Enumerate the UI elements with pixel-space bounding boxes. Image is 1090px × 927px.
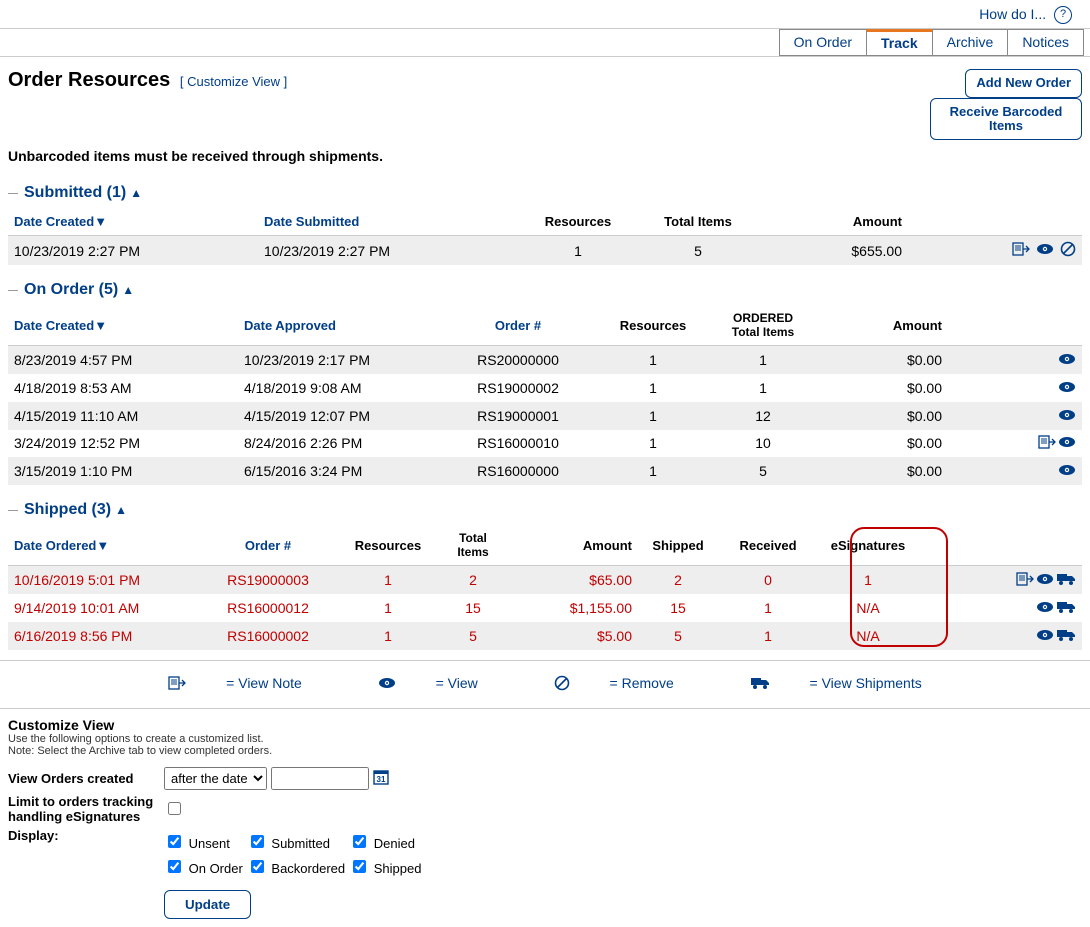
customize-title: Customize View [8,717,1082,733]
legend: = View Note = View = Remove = View Shipm… [0,660,1090,709]
table-row: 8/23/2019 4:57 PM10/23/2019 2:17 PMRS200… [8,346,1082,374]
truck-icon[interactable] [1056,600,1076,617]
table-row: 3/15/2019 1:10 PM6/15/2016 3:24 PMRS1600… [8,457,1082,485]
col-date-ordered[interactable]: Date Ordered▼ [8,525,198,566]
col-order-num[interactable]: Order # [198,525,338,566]
submitted-table: Date Created▼ Date Submitted Resources T… [8,208,1082,265]
shipped-table: Date Ordered▼ Order # Resources TotalIte… [8,525,1082,649]
help-icon: ? [1054,6,1072,24]
add-new-order-button[interactable]: Add New Order [965,69,1082,97]
calendar-icon[interactable]: 31 [373,769,389,788]
collapse-icon: ▲ [130,186,142,200]
col-date-created[interactable]: Date Created▼ [8,208,258,236]
customize-view-link[interactable]: [ Customize View ] [180,74,287,89]
remove-icon [554,675,570,694]
display-check-shipped[interactable] [353,860,366,873]
col-amount: Amount [508,525,638,566]
note-icon[interactable] [1016,572,1034,589]
help-link[interactable]: How do I... ? [0,0,1090,28]
table-row: 4/18/2019 8:53 AM4/18/2019 9:08 AMRS1900… [8,374,1082,402]
info-note: Unbarcoded items must be received throug… [0,140,1090,178]
display-check-on order[interactable] [168,860,181,873]
date-mode-select[interactable]: after the date [164,767,267,790]
col-total-items: Total Items [638,208,758,236]
table-row: 9/14/2019 10:01 AMRS16000012115$1,155.00… [8,594,1082,622]
tab-archive[interactable]: Archive [932,29,1009,56]
table-row: 10/23/2019 2:27 PM 10/23/2019 2:27 PM 1 … [8,236,1082,266]
col-amount: Amount [818,305,948,346]
display-check-unsent[interactable] [168,835,181,848]
onorder-table: Date Created▼ Date Approved Order # Reso… [8,305,1082,485]
col-received: Received [718,525,818,566]
col-resources: Resources [338,525,438,566]
collapse-icon: ▲ [115,503,127,517]
display-check-submitted[interactable] [251,835,264,848]
limit-esig-label: Limit to orders tracking handling eSigna… [8,794,164,824]
table-row: 3/24/2019 12:52 PM8/24/2016 2:26 PMRS160… [8,430,1082,458]
update-button[interactable]: Update [164,890,251,919]
view-icon[interactable] [1058,435,1076,452]
view-icon[interactable] [1058,380,1076,397]
section-submitted-header[interactable]: Submitted (1)▲ [0,178,1090,208]
col-esignatures: eSignatures [818,525,918,566]
col-shipped: Shipped [638,525,718,566]
limit-esig-checkbox[interactable] [168,802,181,815]
page-title: Order Resources [ Customize View ] [8,69,287,92]
orders-created-label: View Orders created [8,771,164,786]
view-icon[interactable] [1036,572,1054,589]
col-date-submitted[interactable]: Date Submitted [258,208,518,236]
collapse-icon: ▲ [122,283,134,297]
col-date-created[interactable]: Date Created▼ [8,305,238,346]
note-icon[interactable] [1012,242,1030,259]
table-row: 6/16/2019 8:56 PMRS1600000215$5.0051N/A [8,622,1082,650]
col-resources: Resources [518,208,638,236]
view-icon[interactable] [1036,628,1054,645]
tab-on-order[interactable]: On Order [779,29,867,56]
truck-icon [750,676,770,693]
col-resources: Resources [598,305,708,346]
view-icon [378,676,396,693]
help-text: How do I... [979,6,1046,22]
remove-icon[interactable] [1060,241,1076,260]
col-ordered-total: ORDEREDTotal Items [708,305,818,346]
view-icon[interactable] [1036,600,1054,617]
customize-sub: Use the following options to create a cu… [8,733,1082,757]
table-row: 4/15/2019 11:10 AM4/15/2019 12:07 PMRS19… [8,402,1082,430]
tab-bar: On Order Track Archive Notices [0,28,1090,57]
section-shipped-header[interactable]: Shipped (3)▲ [0,495,1090,525]
view-icon[interactable] [1058,352,1076,369]
col-amount: Amount [758,208,908,236]
tab-track[interactable]: Track [866,29,933,56]
col-total-items: TotalItems [438,525,508,566]
svg-text:31: 31 [376,775,385,784]
date-input[interactable] [271,767,369,790]
truck-icon[interactable] [1056,572,1076,589]
col-order-num[interactable]: Order # [438,305,598,346]
display-label: Display: [8,828,164,843]
tab-notices[interactable]: Notices [1007,29,1084,56]
display-check-denied[interactable] [353,835,366,848]
truck-icon[interactable] [1056,628,1076,645]
view-icon[interactable] [1058,408,1076,425]
table-row: 10/16/2019 5:01 PMRS1900000312$65.00201 [8,566,1082,594]
receive-barcoded-button[interactable]: Receive Barcoded Items [930,98,1082,141]
display-check-backordered[interactable] [251,860,264,873]
note-icon [168,676,186,693]
section-onorder-header[interactable]: On Order (5)▲ [0,275,1090,305]
col-date-approved[interactable]: Date Approved [238,305,438,346]
note-icon[interactable] [1038,435,1056,452]
view-icon[interactable] [1036,242,1054,259]
view-icon[interactable] [1058,463,1076,480]
